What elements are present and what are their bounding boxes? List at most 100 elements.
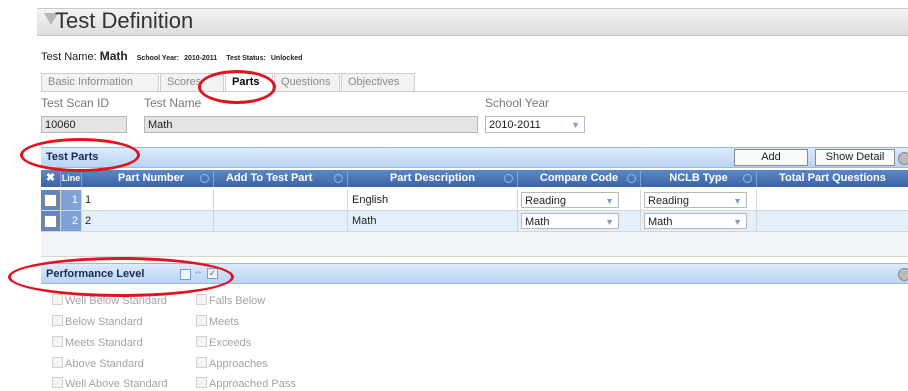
total-part-questions-cell[interactable] [757, 190, 908, 210]
tab-questions[interactable]: Questions [274, 73, 340, 91]
nclb-type-value: Math [648, 216, 673, 228]
column-part-number[interactable]: Part Number [82, 170, 214, 187]
test-name-field[interactable]: Math [144, 116, 478, 133]
nclb-type-cell: Math ▼ [641, 211, 757, 231]
nclb-type-cell: Reading ▼ [641, 190, 757, 210]
show-detail-button[interactable]: Show Detail [815, 149, 895, 166]
checkbox-icon[interactable] [196, 315, 207, 326]
nclb-type-select[interactable]: Math ▼ [644, 213, 747, 229]
row-select-cell [41, 190, 61, 210]
part-number-cell[interactable]: 1 [82, 190, 214, 210]
test-info-line: Test Name: Math School Year: 2010-2011 T… [41, 49, 302, 63]
test-status-value: Unlocked [270, 55, 303, 62]
test-status-label: Test Status: [226, 55, 266, 62]
perf-item-label: Meets Standard [65, 337, 143, 349]
test-name-field-label: Test Name [144, 96, 202, 110]
column-part-description[interactable]: Part Description [348, 170, 518, 187]
perf-item-right[interactable]: Approached Pass [196, 377, 296, 391]
perf-item-right[interactable]: Meets [196, 315, 239, 329]
school-year-label: School Year: [136, 55, 180, 62]
column-line[interactable]: Line [61, 170, 82, 187]
school-year-select-value: 2010-2011 [489, 119, 541, 131]
options-icon[interactable] [898, 152, 908, 165]
options-icon[interactable] [898, 268, 908, 281]
column-part-number-label: Part Number [118, 172, 185, 184]
column-nclb-type-label: NCLB Type [669, 172, 728, 184]
tab-objectives[interactable]: Objectives [341, 73, 415, 91]
chevron-down-icon: ▼ [605, 196, 614, 206]
column-nclb-type[interactable]: NCLB Type [641, 170, 757, 187]
checkbox-icon[interactable] [196, 377, 207, 388]
sort-icon [627, 174, 636, 183]
perf-item-label: Approaches [209, 358, 268, 370]
row-select-cell [41, 211, 61, 231]
column-total-part-questions-label: Total Part Questions [779, 172, 886, 184]
row-checkbox[interactable] [44, 215, 57, 228]
perf-item-right[interactable]: Falls Below [196, 294, 265, 308]
chevron-down-icon: ▼ [605, 217, 614, 227]
perf-item-right[interactable]: Approaches [196, 357, 268, 371]
school-year-select[interactable]: 2010-2011 ▼ [485, 116, 585, 133]
add-button[interactable]: Add [734, 149, 808, 166]
row-checkbox[interactable] [44, 194, 57, 207]
table-row: 1 1 English Reading ▼ Reading ▼ [41, 190, 908, 211]
compare-code-cell: Reading ▼ [518, 190, 641, 210]
column-total-part-questions[interactable]: Total Part Questions [757, 170, 908, 187]
grid-footer [41, 232, 908, 257]
perf-item-label: Exceeds [209, 337, 252, 349]
compare-code-cell: Math ▼ [518, 211, 641, 231]
table-row: 2 2 Math Math ▼ Math ▼ [41, 211, 908, 232]
column-add-to-test-part[interactable]: Add To Test Part [214, 170, 348, 187]
checkbox-icon[interactable] [52, 315, 63, 326]
sort-icon [504, 174, 513, 183]
checkbox-icon[interactable] [52, 336, 63, 347]
column-part-description-label: Part Description [390, 172, 475, 184]
checkbox-icon[interactable] [52, 357, 63, 368]
perf-item-label: Approached Pass [209, 378, 296, 390]
test-name-label: Test Name: [41, 51, 97, 63]
column-compare-code[interactable]: Compare Code [518, 170, 641, 187]
tab-basic-information[interactable]: Basic Information [41, 73, 159, 91]
total-part-questions-cell[interactable] [757, 211, 908, 231]
compare-code-value: Reading [525, 195, 566, 207]
page-title: Test Definition [55, 8, 194, 33]
grid-column-header: ✖ Line Part Number Add To Test Part Part… [41, 170, 908, 187]
sort-icon [200, 174, 209, 183]
perf-item-left[interactable]: Well Above Standard [52, 377, 168, 391]
perf-item-label: Below Standard [65, 316, 143, 328]
perf-item-left[interactable]: Meets Standard [52, 336, 143, 350]
checkbox-icon[interactable] [196, 294, 207, 305]
perf-item-label: Well Above Standard [65, 378, 168, 390]
test-name-value: Math [99, 49, 128, 63]
compare-code-select[interactable]: Math ▼ [521, 213, 619, 229]
line-number: 1 [61, 190, 82, 210]
highlight-oval-performance-level [8, 257, 234, 297]
part-description-cell[interactable]: Math [348, 211, 518, 231]
scan-id-field[interactable]: 10060 [41, 116, 127, 133]
column-compare-code-label: Compare Code [539, 172, 619, 184]
perf-item-label: Falls Below [209, 295, 266, 307]
checkbox-icon[interactable] [52, 377, 63, 388]
highlight-oval-test-parts [20, 138, 140, 172]
perf-item-label: Meets [209, 316, 239, 328]
perf-item-left[interactable]: Above Standard [52, 357, 144, 371]
delete-column-icon[interactable]: ✖ [41, 170, 61, 187]
line-number: 2 [61, 211, 82, 231]
perf-item-left[interactable]: Below Standard [52, 315, 143, 329]
column-add-to-test-part-label: Add To Test Part [226, 172, 313, 184]
scan-id-label: Test Scan ID [41, 96, 110, 110]
perf-item-right[interactable]: Exceeds [196, 336, 251, 350]
nclb-type-select[interactable]: Reading ▼ [644, 192, 747, 208]
checkbox-icon[interactable] [52, 294, 63, 305]
checkbox-icon[interactable] [196, 357, 207, 368]
add-to-test-part-cell[interactable] [214, 211, 348, 231]
perf-item-label: Above Standard [65, 358, 144, 370]
checkbox-icon[interactable] [196, 336, 207, 347]
add-to-test-part-cell[interactable] [214, 190, 348, 210]
part-number-cell[interactable]: 2 [82, 211, 214, 231]
compare-code-select[interactable]: Reading ▼ [521, 192, 619, 208]
chevron-down-icon: ▼ [733, 196, 742, 206]
tab-divider [41, 91, 908, 92]
highlight-oval-parts-tab [198, 70, 276, 104]
part-description-cell[interactable]: English [348, 190, 518, 210]
